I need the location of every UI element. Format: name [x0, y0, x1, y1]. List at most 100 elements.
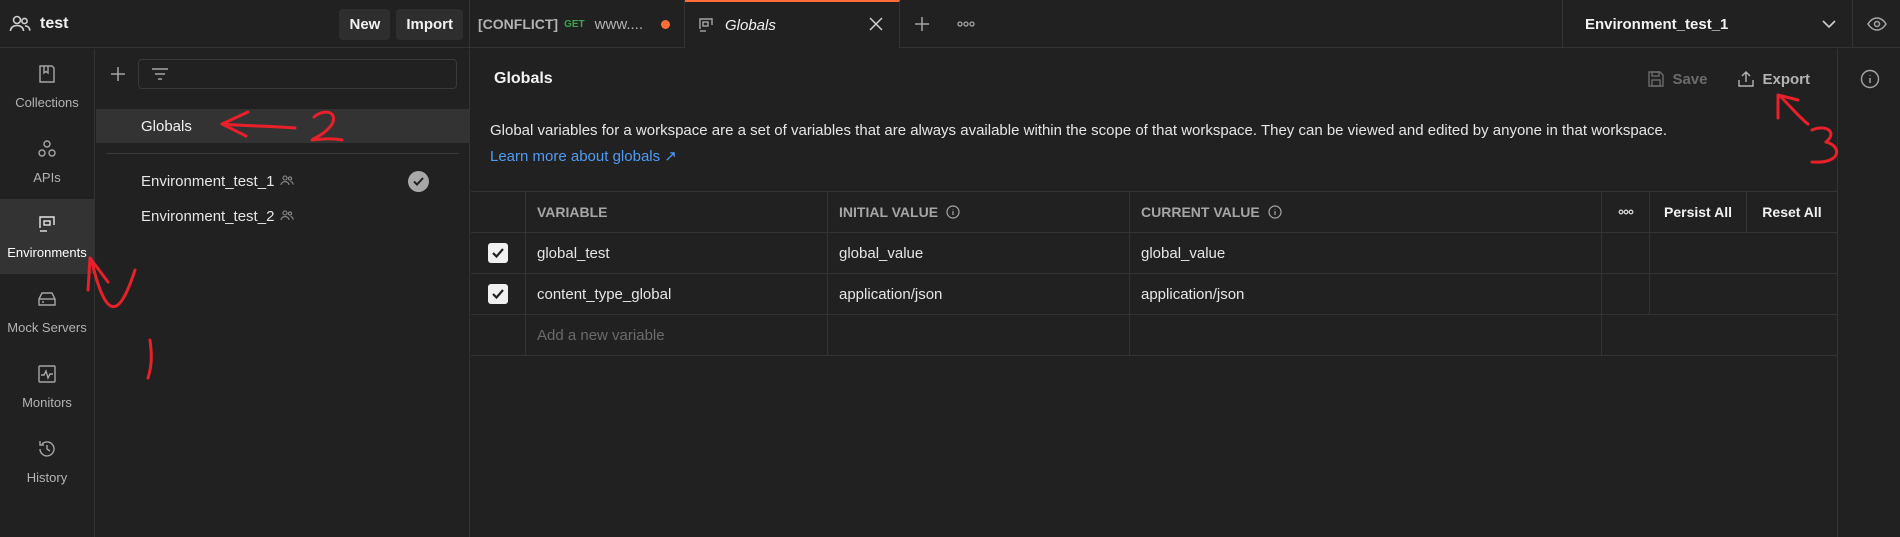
empty-cell — [1650, 315, 1747, 355]
top-bar: test New Import [CONFLICT] GET www.... G… — [0, 0, 1900, 48]
table-row: content_type_global application/json app… — [471, 274, 1837, 315]
new-tab-plus-icon[interactable] — [900, 0, 944, 48]
monitors-icon — [37, 364, 57, 387]
tab-conflict-request[interactable]: [CONFLICT] GET www.... — [470, 0, 685, 48]
collections-icon — [37, 64, 57, 87]
empty-cell — [1130, 315, 1602, 355]
export-upload-icon — [1737, 70, 1755, 88]
empty-cell — [828, 315, 1130, 355]
environment-selector-value: Environment_test_1 — [1585, 15, 1729, 33]
empty-cell — [1650, 274, 1747, 314]
column-header-label: CURRENT VALUE — [1141, 204, 1260, 220]
row-checkbox-cell — [471, 233, 526, 273]
chevron-down-icon — [1822, 16, 1836, 32]
variables-table: VARIABLE INITIAL VALUE CURRENT VALUE Per… — [471, 191, 1837, 356]
nav-label: Monitors — [22, 394, 72, 410]
mock-servers-icon — [37, 289, 57, 312]
add-variable-row: Add a new variable — [471, 315, 1837, 356]
nav-environments[interactable]: Environments — [0, 199, 94, 274]
tab-bar: [CONFLICT] GET www.... Globals — [470, 0, 988, 48]
left-nav: Collections APIs Environments Mock Serve… — [0, 49, 95, 537]
current-value-cell[interactable]: global_value — [1130, 233, 1602, 273]
save-button[interactable]: Save — [1647, 70, 1707, 88]
environment-tab-icon — [697, 16, 715, 34]
tab-method-badge: GET — [564, 18, 585, 30]
workspace-header: test New Import — [0, 0, 470, 48]
nav-label: History — [26, 469, 68, 485]
column-header-initial-value: INITIAL VALUE — [828, 192, 1130, 232]
add-variable-input[interactable]: Add a new variable — [526, 315, 828, 355]
page-title: Globals — [494, 70, 553, 87]
empty-cell — [1747, 315, 1837, 355]
info-icon[interactable] — [1268, 205, 1282, 219]
nav-history[interactable]: History — [0, 424, 94, 499]
history-icon — [37, 439, 57, 462]
import-button[interactable]: Import — [396, 8, 463, 40]
new-button[interactable]: New — [339, 8, 391, 40]
description-text: Global variables for a workspace are a s… — [490, 122, 1668, 139]
tab-globals[interactable]: Globals — [685, 0, 900, 48]
environment-quick-look-eye-icon[interactable] — [1852, 0, 1900, 48]
header-checkbox-cell — [471, 192, 526, 232]
nav-label: Mock Servers — [7, 319, 87, 335]
empty-cell — [1747, 233, 1837, 273]
globals-editor: Globals Save Export Global variables for… — [471, 49, 1837, 537]
nav-mock-servers[interactable]: Mock Servers — [0, 274, 94, 349]
active-environment-check-icon[interactable] — [408, 171, 429, 192]
save-icon — [1647, 70, 1665, 88]
row-checkbox-cell — [471, 274, 526, 314]
learn-more-link[interactable]: Learn more about globals ↗ — [490, 144, 1837, 170]
export-label: Export — [1762, 70, 1810, 88]
right-rail — [1837, 49, 1900, 537]
empty-cell — [1747, 274, 1837, 314]
shared-people-icon — [280, 173, 295, 190]
empty-cell — [1602, 315, 1650, 355]
nav-apis[interactable]: APIs — [0, 124, 94, 199]
add-environment-plus-icon[interactable] — [110, 66, 126, 82]
current-value-cell[interactable]: application/json — [1130, 274, 1602, 314]
variable-name-cell[interactable]: content_type_global — [526, 274, 828, 314]
column-header-variable: VARIABLE — [526, 192, 828, 232]
nav-label: Collections — [15, 94, 79, 110]
sidebar-item-globals[interactable]: Globals — [96, 109, 469, 143]
nav-label: APIs — [33, 169, 61, 185]
editor-header: Globals Save Export — [471, 49, 1837, 109]
reset-all-button[interactable]: Reset All — [1747, 192, 1837, 232]
info-icon[interactable] — [946, 205, 960, 219]
environment-name: Environment_test_1 — [141, 173, 275, 190]
sidebar-item-environment[interactable]: Environment_test_1 — [96, 164, 469, 199]
globals-description: Global variables for a workspace are a s… — [471, 109, 1837, 170]
info-panel-icon[interactable] — [1838, 49, 1900, 109]
save-label: Save — [1672, 70, 1708, 88]
nav-monitors[interactable]: Monitors — [0, 349, 94, 424]
enabled-checkbox[interactable] — [488, 284, 508, 304]
sidebar-item-environment[interactable]: Environment_test_2 — [96, 199, 469, 234]
tab-title: Globals — [725, 16, 776, 34]
environment-name: Environment_test_2 — [141, 208, 275, 225]
team-icon — [8, 12, 32, 36]
filter-input[interactable] — [138, 59, 457, 89]
empty-cell — [1650, 233, 1747, 273]
sidebar-toolbar — [96, 49, 469, 99]
close-icon[interactable] — [869, 16, 883, 34]
initial-value-cell[interactable]: global_value — [828, 233, 1130, 273]
empty-cell — [1602, 233, 1650, 273]
workspace-name[interactable]: test — [40, 15, 68, 33]
empty-cell — [1602, 274, 1650, 314]
variable-name-cell[interactable]: global_test — [526, 233, 828, 273]
initial-value-cell[interactable]: application/json — [828, 274, 1130, 314]
more-tabs-icon[interactable] — [944, 0, 988, 48]
apis-icon — [37, 139, 57, 162]
tab-title: www.... — [594, 15, 643, 33]
table-options-more-icon[interactable] — [1602, 192, 1650, 232]
enabled-checkbox[interactable] — [488, 243, 508, 263]
column-header-label: INITIAL VALUE — [839, 204, 939, 220]
environments-sidebar: Globals Environment_test_1 Environment_t… — [96, 49, 470, 537]
nav-collections[interactable]: Collections — [0, 49, 94, 124]
filter-icon — [151, 67, 169, 81]
persist-all-button[interactable]: Persist All — [1650, 192, 1747, 232]
table-row: global_test global_value global_value — [471, 233, 1837, 274]
export-button[interactable]: Export — [1737, 70, 1810, 88]
environment-selector[interactable]: Environment_test_1 — [1562, 0, 1852, 48]
environments-icon — [37, 214, 57, 237]
